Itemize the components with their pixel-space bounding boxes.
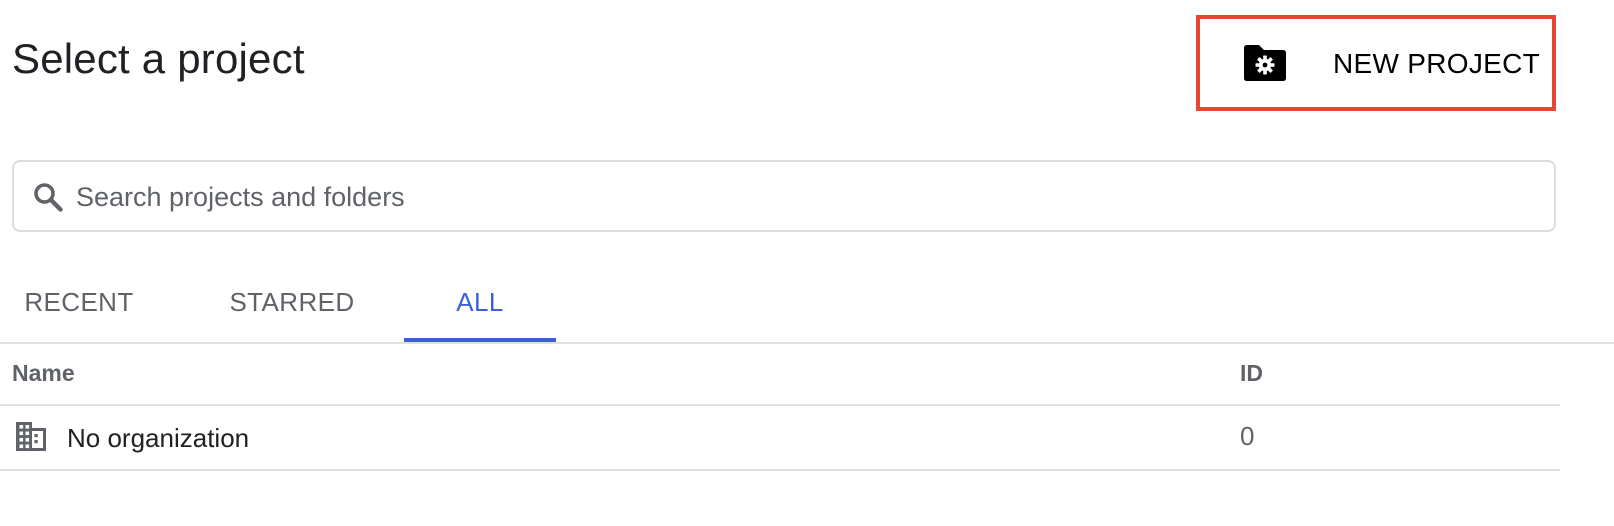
folder-gear-icon bbox=[1244, 45, 1286, 81]
tab-starred-label: STARRED bbox=[229, 286, 355, 317]
search-box[interactable] bbox=[12, 160, 1556, 232]
tab-bar: RECENT STARRED ALL bbox=[0, 262, 1614, 342]
column-header-name[interactable]: Name bbox=[12, 358, 75, 388]
table-row[interactable]: No organization 0 bbox=[0, 406, 1560, 471]
row-id: 0 bbox=[1240, 421, 1255, 451]
tab-all-label: ALL bbox=[456, 286, 504, 317]
projects-table: Name ID No organization 0 bbox=[0, 344, 1560, 471]
new-project-label: NEW PROJECT bbox=[1333, 48, 1541, 79]
page-title: Select a project bbox=[12, 35, 305, 82]
tab-starred[interactable]: STARRED bbox=[204, 262, 380, 342]
search-icon bbox=[34, 183, 63, 212]
tab-recent[interactable]: RECENT bbox=[0, 262, 158, 342]
table-header: Name ID bbox=[0, 344, 1560, 406]
organization-building-icon bbox=[16, 422, 46, 451]
tab-recent-label: RECENT bbox=[24, 286, 134, 317]
row-name: No organization bbox=[67, 423, 250, 453]
column-header-id[interactable]: ID bbox=[1240, 358, 1263, 388]
tab-all[interactable]: ALL bbox=[404, 262, 556, 342]
search-input[interactable] bbox=[74, 172, 1538, 222]
new-project-button[interactable]: NEW PROJECT bbox=[1196, 15, 1556, 111]
